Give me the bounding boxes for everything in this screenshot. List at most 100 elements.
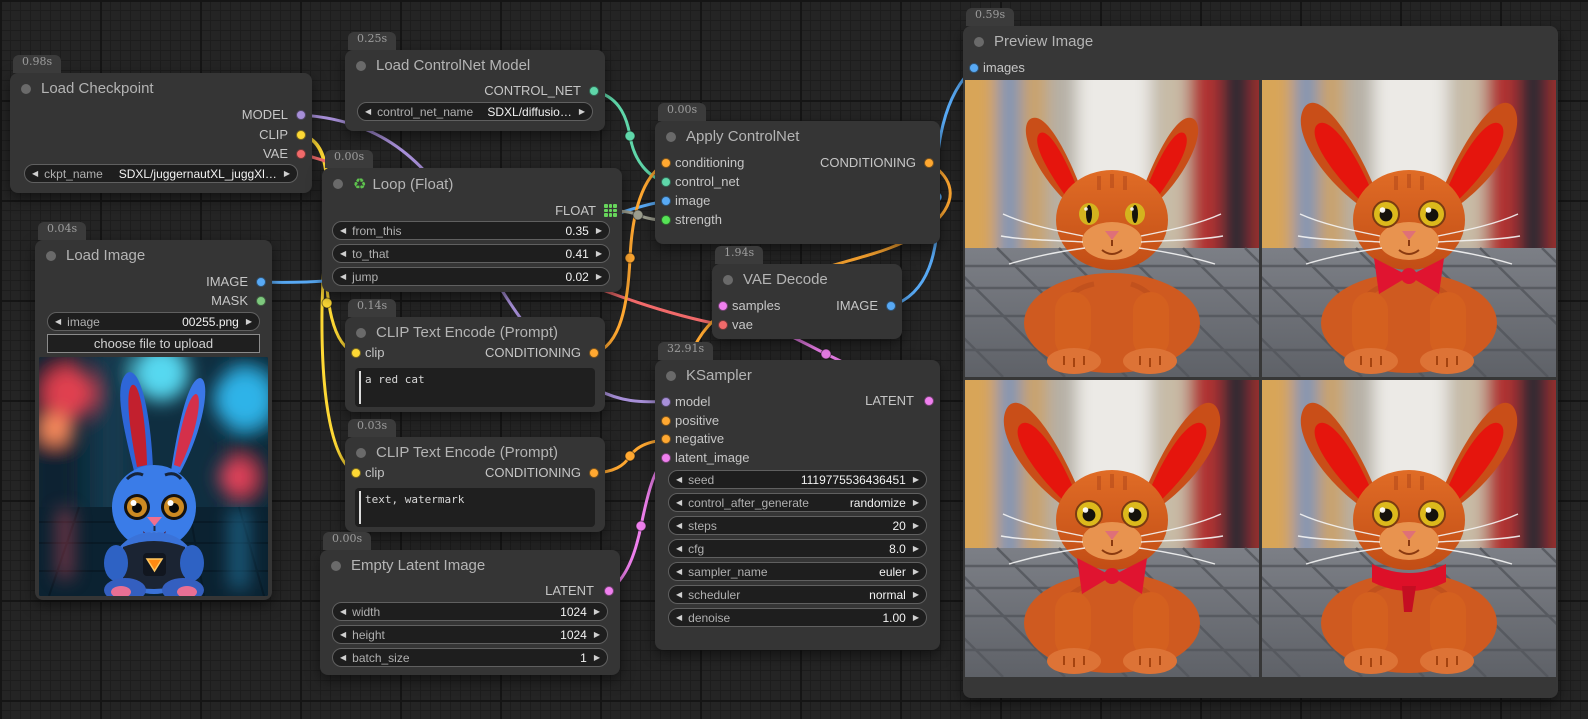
node-empty-latent-image[interactable]: 0.00s Empty Latent Image LATENT ◀ width … — [320, 550, 620, 675]
port-vae-input[interactable] — [718, 320, 728, 330]
float-grid-port-icon[interactable] — [604, 204, 617, 217]
increment-arrow-icon[interactable]: ▶ — [913, 591, 919, 599]
decrement-arrow-icon[interactable]: ◀ — [32, 170, 38, 178]
decrement-arrow-icon[interactable]: ◀ — [340, 273, 346, 281]
increment-arrow-icon[interactable]: ▶ — [246, 318, 252, 326]
port-conditioning-output[interactable] — [589, 468, 599, 478]
choose-file-button[interactable]: choose file to upload — [47, 334, 260, 353]
control-after-generate-widget[interactable]: ◀ control_after_generate randomize ▶ — [668, 493, 927, 512]
collapse-indicator[interactable] — [723, 275, 733, 285]
node-loop-float[interactable]: 0.00s ♻Loop (Float) FLOAT ◀ from_this 0.… — [322, 168, 622, 292]
node-load-checkpoint[interactable]: 0.98s Load Checkpoint MODEL CLIP VAE ◀ c… — [10, 73, 312, 193]
height-widget[interactable]: ◀ height 1024 ▶ — [332, 625, 608, 644]
collapse-indicator[interactable] — [666, 371, 676, 381]
collapse-indicator[interactable] — [46, 251, 56, 261]
port-latent-output[interactable] — [924, 396, 934, 406]
node-clip-text-encode-positive[interactable]: 0.14s CLIP Text Encode (Prompt) clip CON… — [345, 317, 605, 412]
port-control-net-input[interactable] — [661, 177, 671, 187]
batch-size-widget[interactable]: ◀ batch_size 1 ▶ — [332, 648, 608, 667]
increment-arrow-icon[interactable]: ▶ — [594, 654, 600, 662]
node-graph-canvas[interactable]: 0.98s Load Checkpoint MODEL CLIP VAE ◀ c… — [0, 0, 1588, 719]
port-latent-image-input[interactable] — [661, 453, 671, 463]
decrement-arrow-icon[interactable]: ◀ — [365, 108, 371, 116]
image-filename-widget[interactable]: ◀ image 00255.png ▶ — [47, 312, 260, 331]
collapse-indicator[interactable] — [356, 328, 366, 338]
port-model-output[interactable] — [296, 110, 306, 120]
collapse-indicator[interactable] — [21, 84, 31, 94]
node-vae-decode[interactable]: 1.94s VAE Decode samples vae IMAGE — [712, 264, 902, 339]
port-image-input[interactable] — [661, 196, 671, 206]
collapse-indicator[interactable] — [356, 448, 366, 458]
increment-arrow-icon[interactable]: ▶ — [596, 250, 602, 258]
increment-arrow-icon[interactable]: ▶ — [913, 499, 919, 507]
increment-arrow-icon[interactable]: ▶ — [913, 545, 919, 553]
decrement-arrow-icon[interactable]: ◀ — [340, 608, 346, 616]
cfg-widget[interactable]: ◀ cfg 8.0 ▶ — [668, 539, 927, 558]
scheduler-widget[interactable]: ◀ scheduler normal ▶ — [668, 585, 927, 604]
steps-widget[interactable]: ◀ steps 20 ▶ — [668, 516, 927, 535]
port-samples-input[interactable] — [718, 301, 728, 311]
denoise-widget[interactable]: ◀ denoise 1.00 ▶ — [668, 608, 927, 627]
node-apply-controlnet[interactable]: 0.00s Apply ControlNet conditioning cont… — [655, 121, 940, 244]
seed-widget[interactable]: ◀ seed 1119775536436451 ▶ — [668, 470, 927, 489]
increment-arrow-icon[interactable]: ▶ — [913, 568, 919, 576]
to-that-widget[interactable]: ◀ to_that 0.41 ▶ — [332, 244, 610, 263]
port-strength-input[interactable] — [661, 215, 671, 225]
port-conditioning-output[interactable] — [924, 158, 934, 168]
port-image-output[interactable] — [256, 277, 266, 287]
node-preview-image[interactable]: 0.59s Preview Image images — [963, 26, 1558, 698]
decrement-arrow-icon[interactable]: ◀ — [676, 614, 682, 622]
node-load-image[interactable]: 0.04s Load Image IMAGE MASK ◀ image 0025… — [35, 240, 272, 600]
collapse-indicator[interactable] — [974, 37, 984, 47]
control-net-name-widget[interactable]: ◀ control_net_name SDXL/diffusio… ▶ — [357, 102, 593, 121]
port-conditioning-output[interactable] — [589, 348, 599, 358]
jump-widget[interactable]: ◀ jump 0.02 ▶ — [332, 267, 610, 286]
decrement-arrow-icon[interactable]: ◀ — [340, 250, 346, 258]
decrement-arrow-icon[interactable]: ◀ — [55, 318, 61, 326]
prompt-textarea[interactable]: text, watermark — [355, 488, 595, 527]
port-images-input[interactable] — [969, 63, 979, 73]
increment-arrow-icon[interactable]: ▶ — [596, 273, 602, 281]
port-vae-output[interactable] — [296, 149, 306, 159]
port-model-input[interactable] — [661, 397, 671, 407]
node-ksampler[interactable]: 32.91s KSampler model positive negative … — [655, 360, 940, 650]
collapse-indicator[interactable] — [666, 132, 676, 142]
decrement-arrow-icon[interactable]: ◀ — [676, 591, 682, 599]
port-positive-input[interactable] — [661, 416, 671, 426]
port-image-output[interactable] — [886, 301, 896, 311]
increment-arrow-icon[interactable]: ▶ — [284, 170, 290, 178]
prompt-textarea[interactable]: a red cat — [355, 368, 595, 407]
collapse-indicator[interactable] — [356, 61, 366, 71]
increment-arrow-icon[interactable]: ▶ — [596, 227, 602, 235]
decrement-arrow-icon[interactable]: ◀ — [340, 631, 346, 639]
decrement-arrow-icon[interactable]: ◀ — [676, 568, 682, 576]
width-widget[interactable]: ◀ width 1024 ▶ — [332, 602, 608, 621]
decrement-arrow-icon[interactable]: ◀ — [676, 545, 682, 553]
port-clip-input[interactable] — [351, 468, 361, 478]
increment-arrow-icon[interactable]: ▶ — [913, 614, 919, 622]
port-negative-input[interactable] — [661, 434, 671, 444]
port-mask-output[interactable] — [256, 296, 266, 306]
increment-arrow-icon[interactable]: ▶ — [594, 631, 600, 639]
sampler-name-widget[interactable]: ◀ sampler_name euler ▶ — [668, 562, 927, 581]
decrement-arrow-icon[interactable]: ◀ — [340, 654, 346, 662]
port-conditioning-input[interactable] — [661, 158, 671, 168]
collapse-indicator[interactable] — [331, 561, 341, 571]
port-latent-output[interactable] — [604, 586, 614, 596]
increment-arrow-icon[interactable]: ▶ — [579, 108, 585, 116]
port-clip-output[interactable] — [296, 130, 306, 140]
collapse-indicator[interactable] — [333, 179, 343, 189]
port-clip-input[interactable] — [351, 348, 361, 358]
increment-arrow-icon[interactable]: ▶ — [913, 522, 919, 530]
increment-arrow-icon[interactable]: ▶ — [594, 608, 600, 616]
decrement-arrow-icon[interactable]: ◀ — [676, 476, 682, 484]
node-clip-text-encode-negative[interactable]: 0.03s CLIP Text Encode (Prompt) clip CON… — [345, 437, 605, 532]
increment-arrow-icon[interactable]: ▶ — [913, 476, 919, 484]
decrement-arrow-icon[interactable]: ◀ — [676, 499, 682, 507]
from-this-widget[interactable]: ◀ from_this 0.35 ▶ — [332, 221, 610, 240]
ckpt-name-widget[interactable]: ◀ ckpt_name SDXL/juggernautXL_juggXl… ▶ — [24, 164, 298, 183]
node-load-controlnet-model[interactable]: 0.25s Load ControlNet Model CONTROL_NET … — [345, 50, 605, 131]
decrement-arrow-icon[interactable]: ◀ — [340, 227, 346, 235]
port-control-net-output[interactable] — [589, 86, 599, 96]
decrement-arrow-icon[interactable]: ◀ — [676, 522, 682, 530]
